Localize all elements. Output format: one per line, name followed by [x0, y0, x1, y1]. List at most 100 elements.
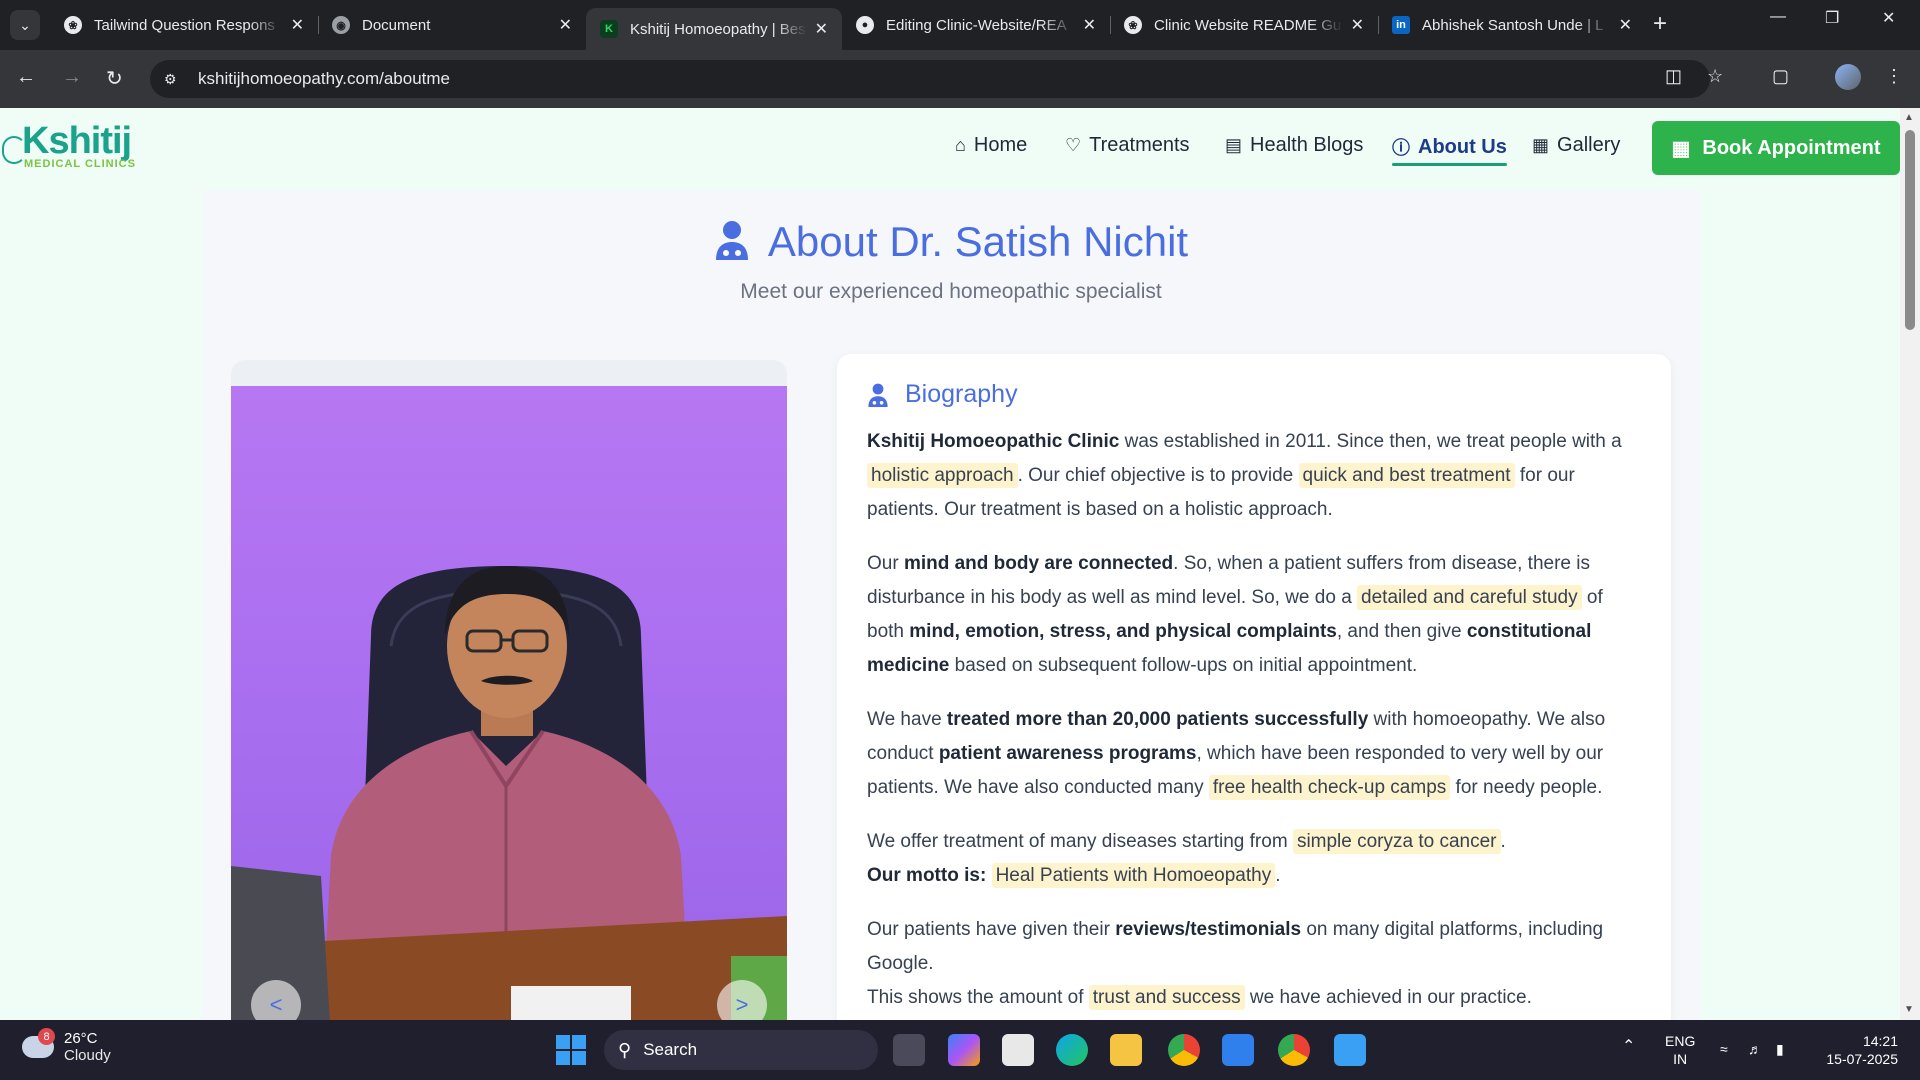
bold-text: mind and body are connected [903, 553, 1174, 574]
page-title: About Dr. Satish Nichit [202, 218, 1700, 266]
scrollbar-thumb[interactable] [1905, 130, 1915, 330]
bold-text: Our motto is: [867, 865, 987, 886]
text: This shows the amount of [867, 987, 1089, 1008]
wifi-icon[interactable]: ≈ [1720, 1040, 1728, 1058]
restore-icon[interactable]: ❐ [1825, 8, 1839, 28]
bookmark-star-icon[interactable]: ☆ [1707, 66, 1723, 87]
image-icon: ▦ [1532, 135, 1550, 155]
edge-icon[interactable] [1056, 1034, 1088, 1066]
close-tab-icon[interactable]: ✕ [1083, 15, 1096, 35]
browser-tab[interactable]: ❀ Clinic Website README Gu ✕ [1110, 8, 1378, 42]
tab-title: Tailwind Question Respons [94, 16, 275, 34]
minimize-icon[interactable]: — [1770, 8, 1786, 26]
vscode-icon[interactable] [1222, 1034, 1254, 1066]
logo-subtext: MEDICAL CLINICS [24, 158, 136, 170]
close-tab-icon[interactable]: ✕ [1351, 15, 1364, 35]
bio-paragraph-2: Our mind and body are connected. So, whe… [867, 547, 1641, 683]
start-button[interactable] [556, 1035, 586, 1065]
nav-item-health-blogs[interactable]: ▤ Health Blogs [1225, 134, 1363, 157]
clock-time: 14:21 [1862, 1033, 1898, 1049]
site-logo[interactable]: Kshitij MEDICAL CLINICS [2, 120, 152, 174]
app-icon[interactable] [1334, 1034, 1366, 1066]
site-info-icon[interactable]: ⚙ [164, 71, 184, 88]
bio-paragraph-4: We offer treatment of many diseases star… [867, 825, 1641, 893]
system-clock[interactable]: 14:21 15-07-2025 [1818, 1032, 1898, 1068]
nav-item-gallery[interactable]: ▦ Gallery [1532, 134, 1620, 157]
page-viewport: Kshitij MEDICAL CLINICS ⌂ Home ♡ Treatme… [0, 108, 1900, 1020]
browser-tab[interactable]: ❀ Tailwind Question Respons ✕ [50, 8, 318, 42]
tab-title: Kshitij Homoeopathy | Best [630, 20, 807, 38]
taskbar-search[interactable]: ⚲ Search [604, 1030, 878, 1070]
doctor-photo-illustration [231, 566, 787, 1020]
show-hidden-icons[interactable]: ⌃ [1622, 1038, 1635, 1056]
biography-card: Biography Kshitij Homoeopathic Clinic wa… [837, 354, 1671, 1020]
highlight-text: simple coryza to cancer [1292, 829, 1501, 854]
volume-icon[interactable]: ♬ [1748, 1040, 1762, 1058]
chatgpt-icon: ❀ [64, 16, 82, 34]
book-appointment-button[interactable]: ▦ Book Appointment [1652, 121, 1900, 175]
nav-item-home[interactable]: ⌂ Home [955, 134, 1027, 157]
text: Our patients have given their [867, 919, 1116, 940]
page-subtitle: Meet our experienced homeopathic special… [740, 280, 1162, 303]
nav-item-about-us[interactable]: ⓘ About Us [1392, 134, 1507, 166]
windows-logo-pane [572, 1051, 586, 1065]
tab-search-button[interactable]: ⌄ [10, 10, 40, 40]
highlight-text: Heal Patients with Homoeopathy [991, 863, 1276, 888]
chrome-icon[interactable] [1168, 1034, 1200, 1066]
text: we have achieved in our practice. [1244, 987, 1532, 1008]
bio-paragraph-3: We have treated more than 20,000 patient… [867, 703, 1641, 805]
close-tab-icon[interactable]: ✕ [815, 19, 828, 39]
browser-tab[interactable]: in Abhishek Santosh Unde | L ✕ [1378, 8, 1646, 42]
github-icon: ● [856, 16, 874, 34]
info-icon: ⓘ [1392, 138, 1410, 158]
file-explorer-icon[interactable] [1110, 1034, 1142, 1066]
close-window-icon[interactable]: ✕ [1882, 8, 1895, 28]
notification-badge: 8 [38, 1028, 55, 1045]
nav-item-treatments[interactable]: ♡ Treatments [1065, 134, 1190, 157]
close-tab-icon[interactable]: ✕ [1619, 15, 1632, 35]
close-tab-icon[interactable]: ✕ [559, 15, 572, 35]
forward-icon[interactable]: → [62, 66, 82, 89]
text: was established in 2011. Since then, we … [1119, 431, 1622, 452]
scroll-down-icon[interactable]: ▼ [1904, 1004, 1914, 1015]
page-scrollbar[interactable]: ▲ ▼ [1900, 108, 1920, 1020]
text: Our [867, 553, 904, 574]
home-icon: ⌂ [955, 135, 966, 155]
chrome-profile-icon[interactable] [1278, 1034, 1310, 1066]
profile-avatar[interactable] [1835, 64, 1861, 90]
biography-heading: Biography [867, 380, 1641, 409]
browser-tab[interactable]: ● Editing Clinic-Website/REA ✕ [842, 8, 1110, 42]
battery-icon[interactable]: ▮ [1776, 1040, 1784, 1058]
language-indicator[interactable]: ENG IN [1665, 1032, 1695, 1068]
region-code: IN [1673, 1051, 1688, 1067]
scroll-up-icon[interactable]: ▲ [1904, 112, 1914, 123]
globe-icon: ◉ [332, 16, 350, 34]
store-icon[interactable] [1002, 1034, 1034, 1066]
new-tab-icon[interactable]: + [1653, 10, 1667, 38]
carousel-prev-label: < [269, 992, 283, 1017]
task-view-icon[interactable] [893, 1034, 925, 1066]
tab-title: Document [362, 16, 431, 34]
extensions-icon[interactable]: ▢ [1772, 66, 1789, 87]
heart-icon: ♡ [1065, 135, 1082, 155]
weather-widget[interactable]: 8 26°C Cloudy [22, 1028, 111, 1064]
browser-tab[interactable]: ◉ Document ✕ [318, 8, 586, 42]
text: . Our chief objective is to provide [1017, 465, 1299, 486]
kshitij-k-icon: K [600, 20, 618, 38]
close-tab-icon[interactable]: ✕ [291, 15, 304, 35]
copilot-icon[interactable] [948, 1034, 980, 1066]
reload-icon[interactable]: ↻ [106, 66, 123, 91]
tab-title: Editing Clinic-Website/REA [886, 16, 1067, 34]
temperature-text: 26°C [64, 1030, 98, 1047]
back-icon[interactable]: ← [16, 66, 36, 89]
address-bar[interactable]: ⚙ kshitijhomoeopathy.com/aboutme [150, 60, 1710, 98]
search-label: Search [643, 1040, 698, 1059]
clock-date: 15-07-2025 [1826, 1051, 1898, 1067]
more-menu-icon[interactable]: ⋮ [1885, 66, 1903, 87]
install-app-icon[interactable]: ◫ [1665, 66, 1682, 87]
about-section: About Dr. Satish Nichit Meet our experie… [202, 190, 1700, 1020]
browser-tab-active[interactable]: K Kshitij Homoeopathy | Best ✕ [586, 8, 842, 50]
tab-strip: ⌄ ❀ Tailwind Question Respons ✕ ◉ Docume… [0, 0, 1920, 50]
chatgpt-icon: ❀ [1124, 16, 1142, 34]
windows-taskbar: 8 26°C Cloudy ⚲ Search ⌃ ENG IN ≈ ♬ ▮ 14… [0, 1020, 1920, 1080]
